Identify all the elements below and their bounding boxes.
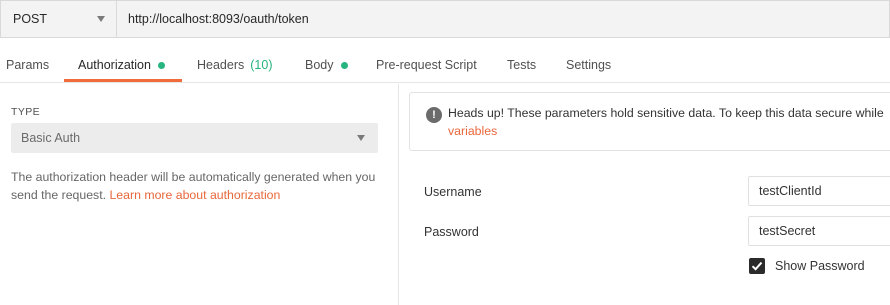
tab-authorization[interactable]: Authorization (78, 58, 165, 72)
method-dropdown[interactable]: POST (0, 0, 116, 38)
auth-type-dropdown[interactable]: Basic Auth (11, 123, 378, 153)
tab-params[interactable]: Params (6, 58, 49, 72)
chevron-down-icon (97, 16, 105, 22)
password-field[interactable] (748, 216, 890, 246)
alert-info-icon: ! (426, 107, 442, 123)
auth-description: The authorization header will be automat… (11, 168, 381, 204)
checkmark-icon (751, 261, 763, 271)
auth-type-label: TYPE (11, 106, 41, 118)
tab-pre-request-script[interactable]: Pre-request Script (376, 58, 477, 72)
tab-tests[interactable]: Tests (507, 58, 536, 72)
request-tabs: Params Authorization Headers (10) Body P… (0, 38, 890, 83)
variables-link[interactable]: variables (448, 124, 497, 138)
tab-body-label: Body (305, 58, 334, 72)
request-url-bar: POST http://localhost:8093/oauth/token (0, 0, 890, 38)
tab-body[interactable]: Body (305, 58, 348, 72)
notice-text: Heads up! These parameters hold sensitiv… (448, 106, 884, 120)
chevron-down-icon (357, 135, 365, 141)
learn-more-link[interactable]: Learn more about authorization (109, 188, 280, 202)
url-text: http://localhost:8093/oauth/token (128, 12, 309, 26)
method-label: POST (13, 12, 48, 26)
show-password-label: Show Password (775, 259, 865, 273)
tab-authorization-label: Authorization (78, 58, 151, 72)
active-tab-indicator (64, 79, 182, 82)
tab-headers-count: (10) (250, 58, 273, 72)
status-dot-icon (157, 61, 165, 69)
tab-params-label: Params (6, 58, 50, 72)
tab-headers-label: Headers (197, 58, 245, 72)
auth-type-value: Basic Auth (21, 131, 81, 145)
url-input[interactable]: http://localhost:8093/oauth/token (116, 0, 890, 38)
username-label: Username (424, 185, 482, 199)
tab-tests-label: Tests (507, 58, 537, 72)
tab-pre-request-script-label: Pre-request Script (376, 58, 477, 72)
auth-type-panel: TYPE Basic Auth The authorization header… (0, 84, 399, 305)
show-password-checkbox[interactable] (749, 258, 765, 274)
tab-headers[interactable]: Headers (10) (197, 58, 272, 72)
status-dot-icon (340, 61, 348, 69)
sensitive-data-notice: ! Heads up! These parameters hold sensit… (409, 92, 890, 151)
username-field[interactable] (748, 176, 890, 206)
tab-settings-label: Settings (566, 58, 612, 72)
tab-settings[interactable]: Settings (566, 58, 611, 72)
password-label: Password (424, 225, 479, 239)
